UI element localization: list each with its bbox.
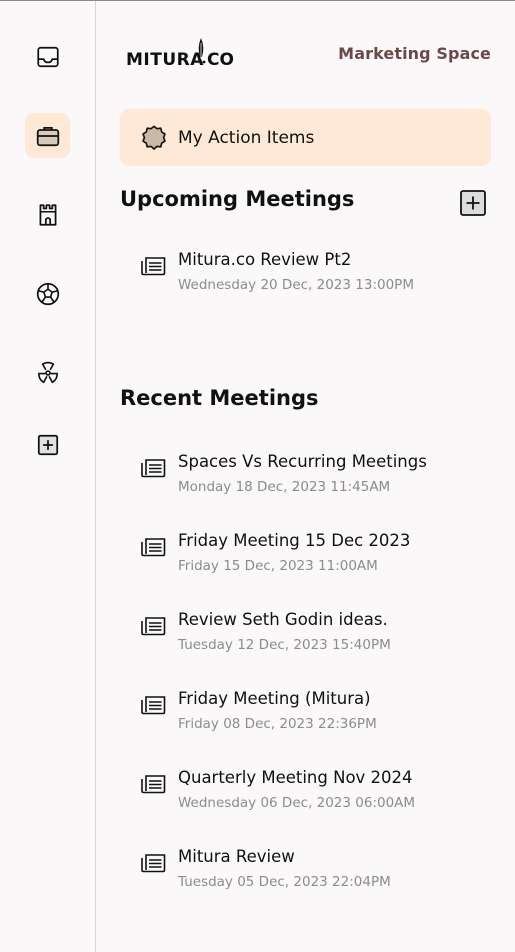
newspaper-icon <box>141 775 166 794</box>
list-item[interactable]: Review Seth Godin ideas. Tuesday 12 Dec,… <box>140 610 480 660</box>
list-item[interactable]: Quarterly Meeting Nov 2024 Wednesday 06 … <box>140 768 480 818</box>
action-items-label: My Action Items <box>178 127 315 148</box>
soccer-ball-icon <box>36 282 59 305</box>
briefcase-icon <box>36 126 59 146</box>
meeting-date: Wednesday 20 Dec, 2023 13:00PM <box>178 277 414 293</box>
meeting-date: Tuesday 05 Dec, 2023 22:04PM <box>178 874 391 890</box>
meeting-title: Friday Meeting (Mitura) <box>178 689 371 708</box>
sidebar-item-castle[interactable] <box>25 192 70 237</box>
plus-square-icon <box>37 434 58 455</box>
newspaper-icon <box>141 459 166 478</box>
svg-text:MITURA: MITURA <box>126 50 204 69</box>
meeting-title: Mitura Review <box>178 847 295 866</box>
badge-icon <box>142 125 166 150</box>
meeting-date: Friday 15 Dec, 2023 11:00AM <box>178 558 378 574</box>
list-item[interactable]: Spaces Vs Recurring Meetings Monday 18 D… <box>140 452 480 502</box>
my-action-items-card[interactable]: My Action Items <box>120 109 491 166</box>
meeting-title: Quarterly Meeting Nov 2024 <box>178 768 413 787</box>
meeting-title: Spaces Vs Recurring Meetings <box>178 452 427 471</box>
newspaper-icon <box>141 538 166 557</box>
meeting-title: Mitura.co Review Pt2 <box>178 250 352 269</box>
meeting-date: Tuesday 12 Dec, 2023 15:40PM <box>178 637 391 653</box>
newspaper-icon <box>141 257 166 276</box>
radiation-icon <box>37 361 58 383</box>
main-panel: MITURA CO Marketing Space My Action Item… <box>96 1 515 952</box>
list-item[interactable]: Mitura Review Tuesday 05 Dec, 2023 22:04… <box>140 847 480 897</box>
logo[interactable]: MITURA CO <box>126 35 236 70</box>
sidebar-item-radiation[interactable] <box>25 350 70 395</box>
list-item[interactable]: Friday Meeting (Mitura) Friday 08 Dec, 2… <box>140 689 480 739</box>
newspaper-icon <box>141 854 166 873</box>
plus-square-icon <box>460 190 486 216</box>
inbox-icon <box>36 46 59 67</box>
list-item[interactable]: Friday Meeting 15 Dec 2023 Friday 15 Dec… <box>140 531 480 581</box>
newspaper-icon <box>141 696 166 715</box>
sidebar-item-ball[interactable] <box>25 271 70 316</box>
svg-text:CO: CO <box>207 50 234 69</box>
add-meeting-button[interactable] <box>459 189 487 217</box>
castle-icon <box>39 203 56 226</box>
meeting-title: Friday Meeting 15 Dec 2023 <box>178 531 411 550</box>
meeting-date: Monday 18 Dec, 2023 11:45AM <box>178 479 391 495</box>
mitura-logo: MITURA CO <box>126 38 234 70</box>
sidebar-item-add[interactable] <box>25 422 70 467</box>
list-item[interactable]: Mitura.co Review Pt2 Wednesday 20 Dec, 2… <box>140 250 480 300</box>
newspaper-icon <box>141 617 166 636</box>
recent-meetings-title: Recent Meetings <box>120 386 319 410</box>
meeting-date: Friday 08 Dec, 2023 22:36PM <box>178 716 377 732</box>
upcoming-meetings-title: Upcoming Meetings <box>120 187 355 211</box>
sidebar-item-inbox[interactable] <box>25 34 70 79</box>
sidebar-item-briefcase[interactable] <box>25 113 70 158</box>
meeting-title: Review Seth Godin ideas. <box>178 610 388 629</box>
space-name[interactable]: Marketing Space <box>338 44 491 63</box>
sidebar <box>0 1 96 952</box>
meeting-date: Wednesday 06 Dec, 2023 06:00AM <box>178 795 416 811</box>
